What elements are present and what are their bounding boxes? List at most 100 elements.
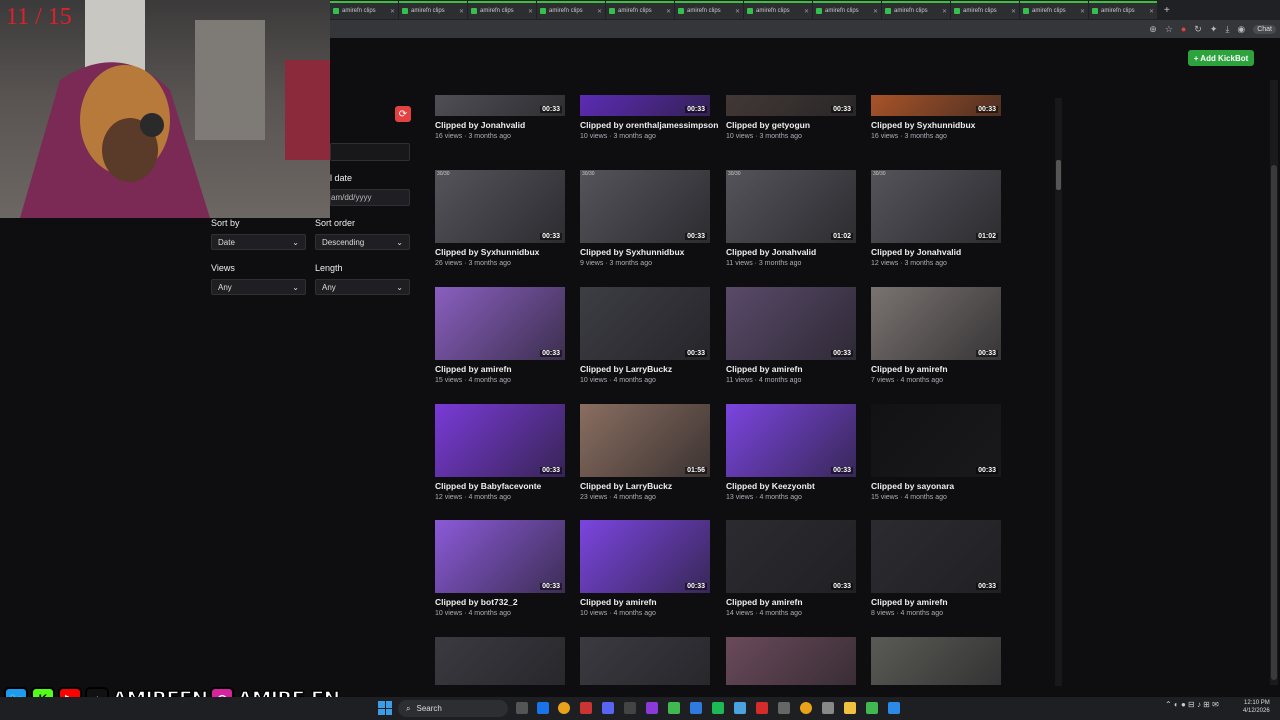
close-icon[interactable]: ✕ [1149,8,1154,15]
profile-icon[interactable]: ◉ [1237,24,1245,35]
clip-thumbnail[interactable]: 00:33 [580,520,710,593]
clip-thumbnail[interactable]: 00:33 [580,95,710,116]
new-tab-button[interactable]: + [1158,5,1176,16]
clip-title[interactable]: Clipped by getyogun [726,120,810,130]
clip-thumbnail[interactable]: 00:33 [726,520,856,593]
task-view-icon[interactable] [516,702,528,714]
sort-order-select[interactable]: Descending ⌄ [315,234,410,250]
page-scroll-thumb[interactable] [1271,165,1277,680]
clip-thumbnail[interactable]: 30/30 00:33 [580,170,710,243]
browser-tab[interactable]: amirefn clips ✕ [951,1,1019,19]
chrome-icon-2[interactable] [800,702,812,714]
close-icon[interactable]: ✕ [804,8,809,15]
close-icon[interactable]: ✕ [459,8,464,15]
clip-title[interactable]: Clipped by amirefn [580,597,657,607]
browser-tab[interactable]: amirefn clips ✕ [1020,1,1088,19]
chat-button[interactable]: Chat [1253,24,1276,34]
clip-title[interactable]: Clipped by amirefn [871,364,948,374]
add-kickbot-button[interactable]: + Add KickBot [1188,50,1254,66]
system-tray[interactable]: ⌃ ◐ ● ⊟ ♪ ⊞ ✉ [1165,700,1219,709]
clip-thumbnail[interactable] [726,637,856,685]
clip-title[interactable]: Clipped by amirefn [871,597,948,607]
clip-title[interactable]: Clipped by LarryBuckz [580,481,672,491]
close-icon[interactable]: ✕ [1080,8,1085,15]
refresh-button[interactable]: ⟳ [395,106,411,122]
refresh-extension-icon[interactable]: ↻ [1194,24,1202,35]
clip-thumbnail[interactable] [435,637,565,685]
clip-title[interactable]: Clipped by Syxhunnidbux [871,120,975,130]
close-icon[interactable]: ✕ [1011,8,1016,15]
taskbar-search[interactable]: ⌕ Search [398,700,508,717]
clip-thumbnail[interactable]: 00:33 [726,287,856,360]
date-input[interactable]: am/dd/yyyy [330,189,410,206]
browser-tab[interactable]: amirefn clips ✕ [468,1,536,19]
folder-icon[interactable] [844,702,856,714]
puzzle-icon[interactable]: ✦ [1210,24,1218,35]
close-icon[interactable]: ✕ [528,8,533,15]
close-icon[interactable]: ✕ [873,8,878,15]
app-icon-3[interactable] [646,702,658,714]
clip-thumbnail[interactable]: 00:33 [871,95,1001,116]
clip-thumbnail[interactable]: 30/30 01:02 [726,170,856,243]
sort-by-select[interactable]: Date ⌄ [211,234,306,250]
clip-title[interactable]: Clipped by Syxhunnidbux [435,247,539,257]
settings-icon[interactable] [822,702,834,714]
length-select[interactable]: Any ⌄ [315,279,410,295]
discord-icon[interactable] [602,702,614,714]
app-icon-2[interactable] [624,702,636,714]
clip-title[interactable]: Clipped by LarryBuckz [580,364,672,374]
app-icon-8[interactable] [756,702,768,714]
clip-thumbnail[interactable]: 00:33 [726,95,856,116]
clip-title[interactable]: Clipped by amirefn [726,597,803,607]
app-icon-7[interactable] [734,702,746,714]
clip-title[interactable]: Clipped by Babyfacevonte [435,481,541,491]
clip-thumbnail[interactable]: 30/30 00:33 [435,170,565,243]
clip-thumbnail[interactable]: 00:33 [435,404,565,477]
clip-title[interactable]: Clipped by orenthaljamessimpson [580,120,718,130]
taskbar-clock[interactable]: 12:10 PM 4/12/2026 [1243,699,1270,715]
clip-thumbnail[interactable] [580,637,710,685]
browser-tab[interactable]: amirefn clips ✕ [330,1,398,19]
app-icon-10[interactable] [866,702,878,714]
clip-thumbnail[interactable]: 30/30 01:02 [871,170,1001,243]
app-icon-6[interactable] [712,702,724,714]
clip-title[interactable]: Clipped by Syxhunnidbux [580,247,684,257]
close-icon[interactable]: ✕ [942,8,947,15]
clip-thumbnail[interactable]: 01:56 [580,404,710,477]
close-icon[interactable]: ✕ [735,8,740,15]
clip-thumbnail[interactable] [871,637,1001,685]
clip-title[interactable]: Clipped by amirefn [726,364,803,374]
browser-tab[interactable]: amirefn clips ✕ [882,1,950,19]
browser-tab[interactable]: amirefn clips ✕ [399,1,467,19]
close-icon[interactable]: ✕ [666,8,671,15]
clip-title[interactable]: Clipped by bot732_2 [435,597,518,607]
clip-title[interactable]: Clipped by Jonahvalid [726,247,816,257]
clip-title[interactable]: Clipped by Keezyonbt [726,481,815,491]
browser-tab[interactable]: amirefn clips ✕ [813,1,881,19]
app-icon-9[interactable] [778,702,790,714]
close-icon[interactable]: ✕ [597,8,602,15]
bookmark-star-icon[interactable]: ☆ [1165,24,1173,35]
app-icon-5[interactable] [690,702,702,714]
download-icon[interactable]: ⤓ [1225,24,1229,35]
search-input[interactable] [330,143,410,161]
browser-tab[interactable]: amirefn clips ✕ [744,1,812,19]
clip-thumbnail[interactable]: 00:33 [871,404,1001,477]
clip-title[interactable]: Clipped by Jonahvalid [435,120,525,130]
browser-tab[interactable]: amirefn clips ✕ [675,1,743,19]
clip-thumbnail[interactable]: 00:33 [871,287,1001,360]
zoom-icon[interactable]: ⊕ [1149,24,1157,35]
close-icon[interactable]: ✕ [390,8,395,15]
clips-scroll-thumb[interactable] [1056,160,1061,190]
clip-title[interactable]: Clipped by Jonahvalid [871,247,961,257]
clip-thumbnail[interactable]: 00:33 [435,287,565,360]
clip-thumbnail[interactable]: 00:33 [871,520,1001,593]
clip-thumbnail[interactable]: 00:33 [435,520,565,593]
views-select[interactable]: Any ⌄ [211,279,306,295]
edge-icon[interactable] [537,702,549,714]
browser-tab[interactable]: amirefn clips ✕ [537,1,605,19]
app-icon-11[interactable] [888,702,900,714]
app-icon-4[interactable] [668,702,680,714]
browser-tab[interactable]: amirefn clips ✕ [606,1,674,19]
clip-title[interactable]: Clipped by sayonara [871,481,954,491]
